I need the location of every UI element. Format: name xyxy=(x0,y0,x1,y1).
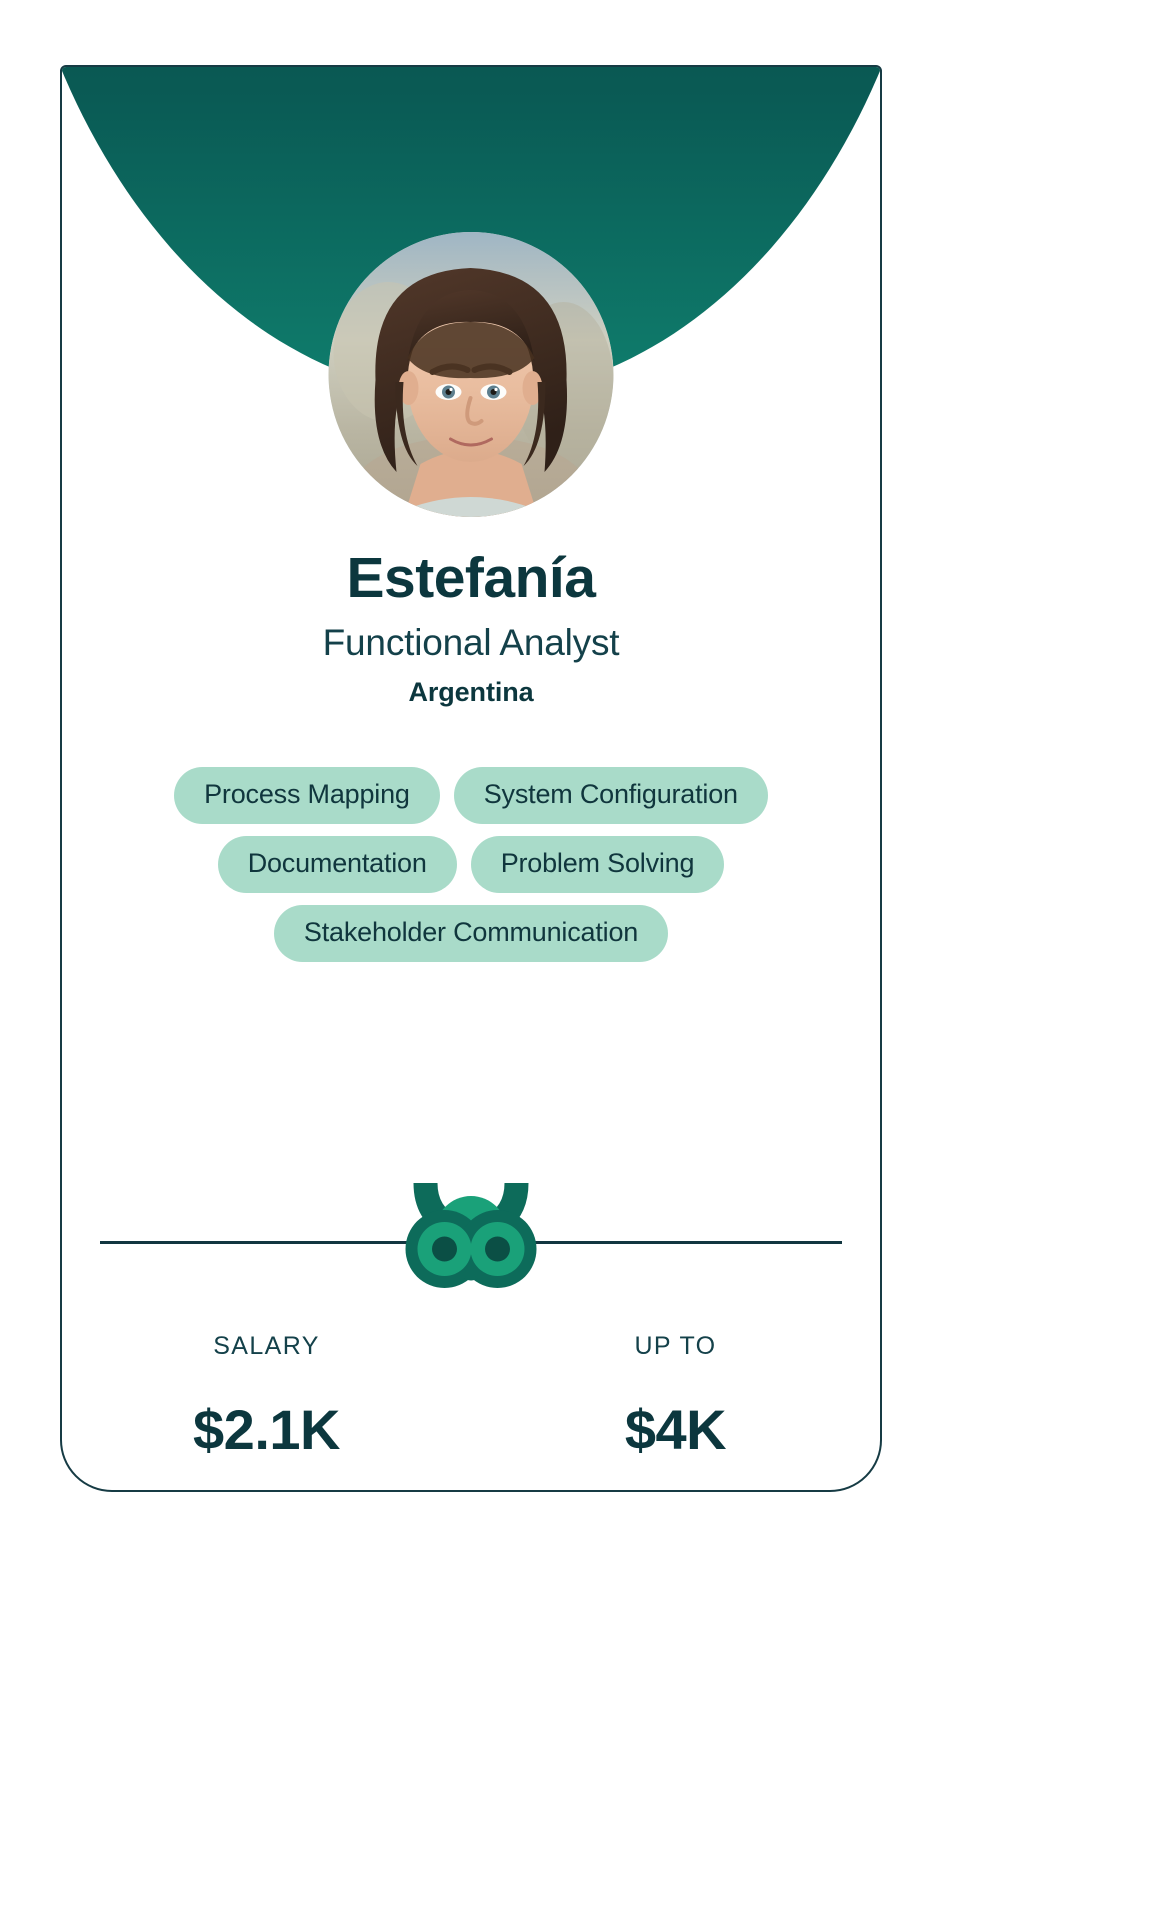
page-title: Estefanía xyxy=(346,546,596,610)
skill-tag[interactable]: Problem Solving xyxy=(470,836,725,893)
skill-row: Stakeholder Communication xyxy=(273,905,669,962)
skill-tag[interactable]: System Configuration xyxy=(453,767,768,824)
up-to-label: UP TO xyxy=(634,1332,717,1360)
skill-tag[interactable]: Stakeholder Communication xyxy=(273,905,669,962)
country-label: Argentina xyxy=(408,676,534,707)
avatar-photo-icon xyxy=(328,232,614,517)
compensation-section: SALARY $2.1K UP TO $4K xyxy=(62,1332,880,1462)
talent-profile-card: Estefanía Functional Analyst Argentina P… xyxy=(60,65,882,1492)
up-to-value: $4K xyxy=(624,1398,727,1461)
skill-tag[interactable]: Documentation xyxy=(217,836,457,893)
avatar xyxy=(328,232,614,517)
compensation-column-upto: UP TO $4K xyxy=(471,1332,880,1462)
salary-label: SALARY xyxy=(213,1332,320,1360)
owl-logo-icon xyxy=(405,1183,537,1288)
skill-row: Documentation Problem Solving xyxy=(217,836,725,893)
job-role: Functional Analyst xyxy=(322,621,620,663)
profile-card-screen: Estefanía Functional Analyst Argentina P… xyxy=(0,0,1151,1920)
salary-value: $2.1K xyxy=(193,1398,340,1461)
skills-list: Process Mapping System Configuration Doc… xyxy=(62,767,880,962)
skill-tag[interactable]: Process Mapping xyxy=(174,767,440,824)
compensation-column-salary: SALARY $2.1K xyxy=(62,1332,471,1462)
skill-row: Process Mapping System Configuration xyxy=(174,767,768,824)
identity-block: Estefanía Functional Analyst Argentina xyxy=(62,547,880,708)
brand-logo xyxy=(404,1177,539,1302)
logo-divider-section xyxy=(62,1177,880,1307)
